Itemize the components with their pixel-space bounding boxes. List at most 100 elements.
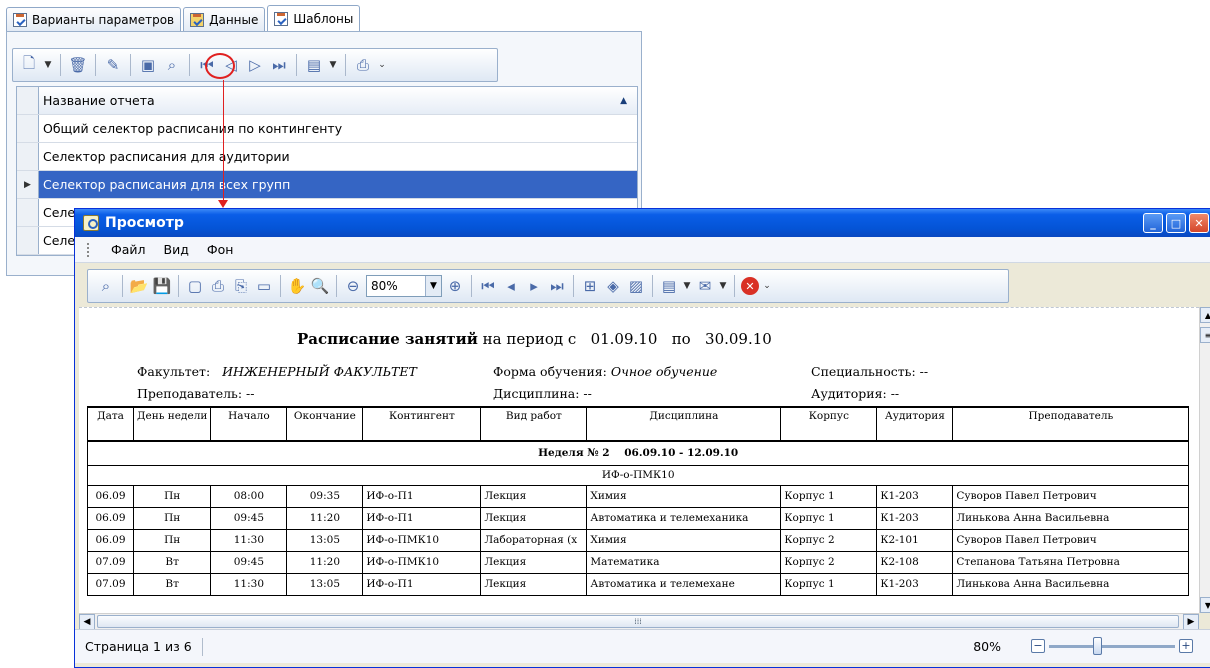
close-button[interactable]: ✕	[1189, 213, 1209, 233]
tab-templates[interactable]: Шаблоны	[267, 5, 361, 31]
prev-page-icon[interactable]: ◂	[501, 276, 521, 296]
page-setup-icon[interactable]: ▭	[254, 276, 274, 296]
report-date-to: 30.09.10	[705, 330, 772, 348]
toolbar-overflow-arrow[interactable]: ⌄	[377, 60, 387, 70]
sort-ascending-icon: ▲	[620, 96, 627, 106]
toolbar-separator	[130, 54, 131, 76]
open-folder-icon[interactable]: 📂	[129, 276, 149, 296]
menu-background[interactable]: Фон	[207, 242, 234, 257]
table-row: 06.09 Пн 11:30 13:05 ИФ-о-ПМК10 Лабораторная …	[87, 528, 1190, 552]
multiple-pages-icon[interactable]: ⊞	[580, 276, 600, 296]
table-cell: Корпус 1	[780, 484, 878, 508]
table-cell: Корпус 2	[780, 550, 878, 574]
tab-strip: Варианты параметров Данные Шаблоны	[6, 5, 361, 31]
zoom-slider-track[interactable]	[1049, 645, 1175, 648]
preview-icon[interactable]: ⌕	[162, 55, 182, 75]
column-header-report-name[interactable]: Название отчета	[39, 87, 637, 114]
design-icon[interactable]: ▣	[138, 55, 158, 75]
list-item-selected[interactable]: ▶ Селектор расписания для всех групп	[17, 171, 637, 199]
annotation-arrow-head	[218, 200, 228, 208]
next-record-icon[interactable]: ▷	[245, 55, 265, 75]
menu-view[interactable]: Вид	[164, 242, 189, 257]
color-icon[interactable]: ◈	[603, 276, 623, 296]
table-cell: К1-203	[876, 506, 954, 530]
scroll-up-icon[interactable]: ▲	[1200, 307, 1210, 323]
zoom-plus-button[interactable]: +	[1179, 639, 1193, 653]
table-cell: К2-108	[876, 550, 954, 574]
new-dropdown-arrow[interactable]: ▼	[43, 60, 53, 70]
preview-window-icon	[83, 215, 99, 231]
menu-file[interactable]: Файл	[111, 242, 146, 257]
list-item[interactable]: Общий селектор расписания по контингенту	[17, 115, 637, 143]
column-header: Дата	[87, 406, 134, 442]
table-cell: Линькова Анна Васильевна	[952, 572, 1190, 596]
edit-icon[interactable]: ✎	[103, 55, 123, 75]
zoom-slider-thumb[interactable]	[1093, 637, 1102, 655]
quick-print-icon[interactable]: ⎘	[231, 276, 251, 296]
magnifier-icon[interactable]: 🔍	[310, 276, 330, 296]
zoom-out-icon[interactable]: ⊖	[343, 276, 363, 296]
scroll-down-icon[interactable]: ▼	[1200, 597, 1210, 613]
table-cell: Пн	[132, 506, 212, 530]
scroll-right-icon[interactable]: ▶	[1183, 614, 1199, 630]
email-dropdown-arrow[interactable]: ▼	[718, 281, 728, 291]
watermark-icon[interactable]: ▨	[626, 276, 646, 296]
report-name-cell: Общий селектор расписания по контингенту	[43, 121, 343, 136]
print-icon[interactable]: ⎙	[208, 276, 228, 296]
toolbar-overflow-arrow[interactable]: ⌄	[762, 281, 772, 291]
chevron-down-icon[interactable]: ▼	[425, 276, 441, 296]
scroll-left-icon[interactable]: ◀	[79, 614, 95, 630]
toolbar-separator	[336, 275, 337, 297]
column-header: Дисциплина	[586, 406, 782, 442]
table-cell: 09:35	[286, 484, 364, 508]
row-indicator	[17, 227, 39, 254]
save-icon[interactable]: 💾	[152, 276, 172, 296]
zoom-minus-button[interactable]: −	[1031, 639, 1045, 653]
status-zoom-value: 80%	[973, 639, 1001, 654]
minimize-button[interactable]: _	[1143, 213, 1163, 233]
new-document-icon[interactable]: 🗋	[19, 54, 39, 75]
export-dropdown-arrow[interactable]: ▼	[328, 60, 338, 70]
table-cell: 06.09	[87, 484, 134, 508]
table-cell: Математика	[586, 550, 782, 574]
table-cell: Суворов Павел Петрович	[952, 528, 1190, 552]
delete-icon[interactable]: 🗑	[68, 55, 88, 75]
table-cell: Автоматика и телемеханика	[586, 506, 782, 530]
toolbar-separator	[734, 275, 735, 297]
tab-data[interactable]: Данные	[183, 7, 266, 31]
customize-icon[interactable]: ▢	[185, 276, 205, 296]
list-item[interactable]: Селектор расписания для аудитории	[17, 143, 637, 171]
export-icon[interactable]: ▤	[659, 276, 679, 296]
study-form-value: Очное обучение	[610, 364, 718, 379]
export-dropdown-arrow[interactable]: ▼	[682, 281, 692, 291]
title-bar[interactable]: Просмотр _ □ ✕	[75, 209, 1210, 237]
scroll-grip-icon[interactable]: ≡	[1200, 327, 1210, 343]
report-title-period: на период с	[482, 330, 577, 348]
first-page-icon[interactable]: ⏮	[478, 276, 498, 296]
vertical-scrollbar[interactable]: ▲ ≡ ▼	[1199, 307, 1210, 613]
faculty-value: ИНЖЕНЕРНЫЙ ФАКУЛЬТЕТ	[222, 364, 417, 379]
email-icon[interactable]: ✉	[695, 276, 715, 296]
zoom-in-icon[interactable]: ⊕	[445, 276, 465, 296]
maximize-button[interactable]: □	[1166, 213, 1186, 233]
report-page-area[interactable]: Расписание занятий на период с 01.09.10 …	[79, 307, 1199, 613]
table-cell: К1-203	[876, 572, 954, 596]
preview-window: Просмотр _ □ ✕ Файл Вид Фон ⌕ 📂 💾 ▢ ⎙ ⎘ …	[74, 208, 1210, 668]
print-preview-icon[interactable]: ⎙	[353, 55, 373, 75]
last-record-icon[interactable]: ⏭	[269, 55, 289, 75]
zoom-select[interactable]: 80% ▼	[366, 275, 442, 297]
export-icon[interactable]: ▤	[304, 55, 324, 75]
next-page-icon[interactable]: ▸	[524, 276, 544, 296]
last-page-icon[interactable]: ⏭	[547, 276, 567, 296]
close-preview-icon[interactable]: ✕	[741, 277, 759, 295]
horizontal-scroll-thumb[interactable]: ⁞⁞⁞	[97, 615, 1179, 628]
table-cell: ИФ-о-П1	[362, 506, 482, 530]
tab-parameter-variants[interactable]: Варианты параметров	[6, 7, 182, 31]
week-label: Неделя № 2	[538, 447, 610, 460]
hand-tool-icon[interactable]: ✋	[287, 276, 307, 296]
toolbar-separator	[178, 275, 179, 297]
find-icon[interactable]: ⌕	[96, 276, 116, 296]
horizontal-scrollbar[interactable]: ◀ ⁞⁞⁞ ▶	[79, 613, 1199, 630]
menu-bar: Файл Вид Фон	[75, 237, 1210, 263]
table-cell: Автоматика и телемехане	[586, 572, 782, 596]
